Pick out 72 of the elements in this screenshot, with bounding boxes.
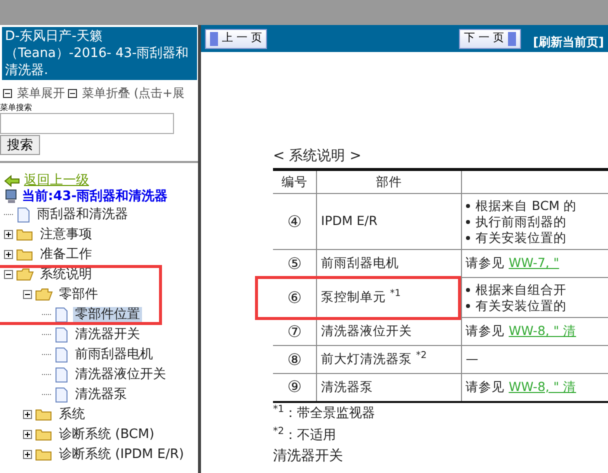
tree-item[interactable]: 注意事项 <box>38 226 94 242</box>
previous-page-button[interactable]: 上 一 页 <box>205 28 267 48</box>
bullet-icon <box>466 220 470 224</box>
expand-toggle[interactable] <box>23 290 32 299</box>
collapse-box-icon <box>68 89 77 98</box>
tree-item[interactable]: 零部件 <box>57 286 100 302</box>
back-arrow-icon <box>4 174 20 186</box>
document-icon <box>54 326 69 342</box>
tree-item[interactable]: 诊断系统 (IPDM E/R) <box>57 446 186 462</box>
computer-icon <box>4 189 18 204</box>
folder-icon <box>16 247 34 262</box>
table-cell: 前大灯清洗器泵 $^{*2}$ <box>316 346 462 374</box>
tree-item[interactable]: 前雨刮器电机 <box>73 346 155 362</box>
table-cell: — <box>466 351 478 366</box>
search-label: 菜单搜索 <box>0 103 33 113</box>
collapse-box-icon <box>3 89 12 98</box>
document-icon <box>54 306 69 322</box>
bullet-icon <box>466 204 470 208</box>
bullet-item: 有关安装位置的 <box>476 230 567 246</box>
folder-icon <box>16 227 34 242</box>
number-cell: ⑦ <box>273 318 317 346</box>
expand-toggle[interactable] <box>4 230 13 239</box>
sidebar-title: D-东风日产-天籁（Teana）-2016- 43-雨刮器和清洗器. <box>2 27 197 80</box>
document-icon <box>54 346 69 362</box>
table-cell-text: 请参见 <box>466 255 506 270</box>
tree-item[interactable]: 诊断系统 (BCM) <box>57 426 156 442</box>
tree-item[interactable]: 清洗器开关 <box>73 326 142 342</box>
tree-item[interactable]: 准备工作 <box>38 246 94 262</box>
search-button[interactable]: 搜索 <box>0 135 40 155</box>
bullet-item: 根据来自组合开 <box>476 282 567 298</box>
expand-toggle[interactable] <box>4 270 13 279</box>
table-cell: IPDM E/R <box>316 194 462 250</box>
tree-item[interactable]: 系统 <box>57 406 87 422</box>
footnote: $^{*2}$：不适用 <box>273 424 338 444</box>
number-cell: ④ <box>273 194 317 250</box>
open-folder-icon <box>16 267 34 282</box>
section-heading: < 系统说明 > <box>273 148 362 164</box>
document-icon <box>16 206 31 222</box>
menu-link[interactable]: 菜单折叠 (点击+展 <box>82 86 185 100</box>
table-cell: 清洗器液位开关 <box>316 318 462 346</box>
search-field[interactable] <box>0 113 174 134</box>
tree-item[interactable]: 零部件位置 <box>73 306 142 322</box>
bullet-icon <box>466 236 470 240</box>
next-page-button[interactable]: 下 一 页 <box>459 28 522 48</box>
menu-link[interactable]: 菜单展开 <box>17 86 65 100</box>
folder-icon <box>35 447 53 462</box>
bullet-item: 有关安装位置的 <box>476 298 567 314</box>
open-folder-icon <box>35 287 53 302</box>
document-icon <box>54 366 69 382</box>
tree-item[interactable]: 雨刮器和清洗器 <box>35 206 130 222</box>
bullet-item: 执行前雨刮器的 <box>476 214 567 230</box>
bullet-icon <box>466 288 470 292</box>
tree-item[interactable]: 清洗器液位开关 <box>73 366 168 382</box>
section-heading: 清洗器开关 <box>273 448 344 462</box>
expand-toggle[interactable] <box>23 430 32 439</box>
expand-toggle[interactable] <box>23 450 32 459</box>
expand-toggle[interactable] <box>4 250 13 259</box>
bullet-icon <box>466 304 470 308</box>
tree-item[interactable]: 清洗器泵 <box>73 386 129 402</box>
footnote: $^{*1}$：带全景监视器 <box>273 402 376 422</box>
number-cell: ⑧ <box>273 346 317 374</box>
column-header: 编号 <box>273 170 317 194</box>
expand-toggle[interactable] <box>23 410 32 419</box>
column-header: 部件 <box>316 170 462 194</box>
bullet-item: 根据来自 BCM 的 <box>476 198 577 214</box>
folder-icon <box>35 427 53 442</box>
folder-icon <box>35 407 53 422</box>
table-cell-text: 请参见 <box>466 378 506 394</box>
table-cell-text: 请参见 <box>466 323 506 338</box>
document-icon <box>54 386 69 402</box>
refresh-link[interactable]: [刷新当前页] <box>533 32 604 50</box>
current-location: 当前:43-雨刮器和清洗器 <box>22 188 168 204</box>
